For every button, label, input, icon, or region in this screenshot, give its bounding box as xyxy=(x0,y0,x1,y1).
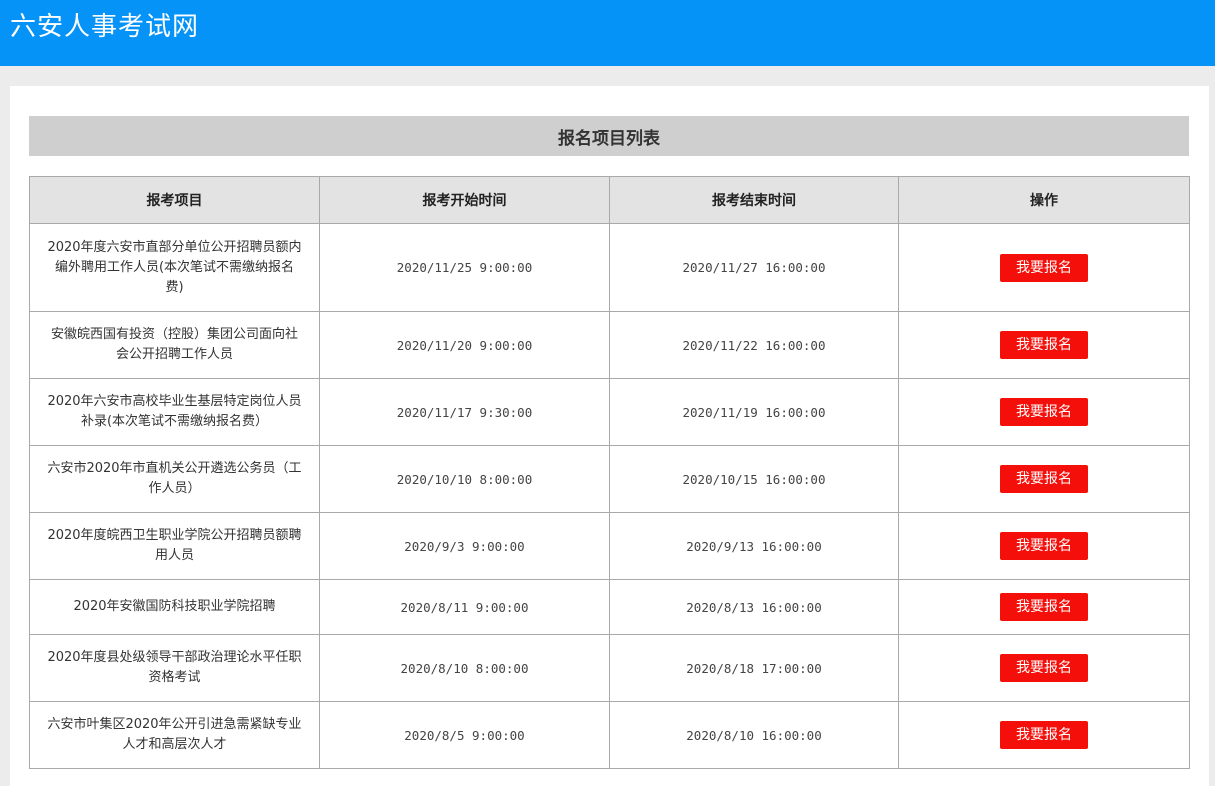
start-time: 2020/8/5 9:00:00 xyxy=(319,701,610,769)
action-cell: 我要报名 xyxy=(898,378,1190,446)
project-name: 2020年六安市高校毕业生基层特定岗位人员补录(本次笔试不需缴纳报名费） xyxy=(29,378,320,446)
content-panel: 报名项目列表 报考项目 报考开始时间 报考结束时间 操作 2020年度六安市直部… xyxy=(10,86,1209,786)
end-time: 2020/11/27 16:00:00 xyxy=(609,223,899,312)
project-name: 2020年安徽国防科技职业学院招聘 xyxy=(29,579,320,635)
site-title: 六安人事考试网 xyxy=(10,12,200,42)
registration-table: 报考项目 报考开始时间 报考结束时间 操作 2020年度六安市直部分单位公开招聘… xyxy=(29,176,1190,769)
start-time: 2020/8/11 9:00:00 xyxy=(319,579,610,635)
table-row: 六安市2020年市直机关公开遴选公务员（工作人员） 2020/10/10 8:0… xyxy=(29,445,1190,513)
end-time: 2020/8/10 16:00:00 xyxy=(609,701,899,769)
table-row: 六安市叶集区2020年公开引进急需紧缺专业人才和高层次人才 2020/8/5 9… xyxy=(29,701,1190,769)
start-time: 2020/8/10 8:00:00 xyxy=(319,634,610,702)
register-button[interactable]: 我要报名 xyxy=(1000,593,1088,621)
action-cell: 我要报名 xyxy=(898,634,1190,702)
end-time: 2020/11/22 16:00:00 xyxy=(609,311,899,379)
column-header-start-time: 报考开始时间 xyxy=(319,176,610,224)
action-cell: 我要报名 xyxy=(898,512,1190,580)
column-header-action: 操作 xyxy=(898,176,1190,224)
start-time: 2020/11/25 9:00:00 xyxy=(319,223,610,312)
project-name: 安徽皖西国有投资（控股）集团公司面向社会公开招聘工作人员 xyxy=(29,311,320,379)
end-time: 2020/11/19 16:00:00 xyxy=(609,378,899,446)
end-time: 2020/10/15 16:00:00 xyxy=(609,445,899,513)
register-button[interactable]: 我要报名 xyxy=(1000,331,1088,359)
site-header: 六安人事考试网 xyxy=(0,0,1215,66)
table-row: 2020年六安市高校毕业生基层特定岗位人员补录(本次笔试不需缴纳报名费） 202… xyxy=(29,378,1190,446)
register-button[interactable]: 我要报名 xyxy=(1000,721,1088,749)
start-time: 2020/9/3 9:00:00 xyxy=(319,512,610,580)
list-title: 报名项目列表 xyxy=(29,116,1189,156)
action-cell: 我要报名 xyxy=(898,579,1190,635)
start-time: 2020/11/20 9:00:00 xyxy=(319,311,610,379)
register-button[interactable]: 我要报名 xyxy=(1000,253,1088,282)
register-button[interactable]: 我要报名 xyxy=(1000,532,1088,560)
start-time: 2020/10/10 8:00:00 xyxy=(319,445,610,513)
end-time: 2020/9/13 16:00:00 xyxy=(609,512,899,580)
table-row: 安徽皖西国有投资（控股）集团公司面向社会公开招聘工作人员 2020/11/20 … xyxy=(29,311,1190,379)
project-name: 2020年度六安市直部分单位公开招聘员额内编外聘用工作人员(本次笔试不需缴纳报名… xyxy=(29,223,320,312)
end-time: 2020/8/18 17:00:00 xyxy=(609,634,899,702)
end-time: 2020/8/13 16:00:00 xyxy=(609,579,899,635)
action-cell: 我要报名 xyxy=(898,311,1190,379)
start-time: 2020/11/17 9:30:00 xyxy=(319,378,610,446)
action-cell: 我要报名 xyxy=(898,223,1190,312)
register-button[interactable]: 我要报名 xyxy=(1000,654,1088,682)
table-row: 2020年度县处级领导干部政治理论水平任职资格考试 2020/8/10 8:00… xyxy=(29,634,1190,702)
table-row: 2020年安徽国防科技职业学院招聘 2020/8/11 9:00:00 2020… xyxy=(29,579,1190,635)
register-button[interactable]: 我要报名 xyxy=(1000,398,1088,426)
project-name: 2020年度皖西卫生职业学院公开招聘员额聘用人员 xyxy=(29,512,320,580)
action-cell: 我要报名 xyxy=(898,445,1190,513)
table-header-row: 报考项目 报考开始时间 报考结束时间 操作 xyxy=(29,176,1190,224)
action-cell: 我要报名 xyxy=(898,701,1190,769)
project-name: 六安市叶集区2020年公开引进急需紧缺专业人才和高层次人才 xyxy=(29,701,320,769)
column-header-end-time: 报考结束时间 xyxy=(609,176,899,224)
table-row: 2020年度皖西卫生职业学院公开招聘员额聘用人员 2020/9/3 9:00:0… xyxy=(29,512,1190,580)
table-row: 2020年度六安市直部分单位公开招聘员额内编外聘用工作人员(本次笔试不需缴纳报名… xyxy=(29,223,1190,312)
register-button[interactable]: 我要报名 xyxy=(1000,465,1088,493)
column-header-project: 报考项目 xyxy=(29,176,320,224)
project-name: 2020年度县处级领导干部政治理论水平任职资格考试 xyxy=(29,634,320,702)
project-name: 六安市2020年市直机关公开遴选公务员（工作人员） xyxy=(29,445,320,513)
